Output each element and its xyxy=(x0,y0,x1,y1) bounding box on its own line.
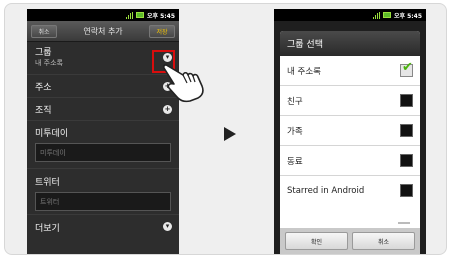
option-row[interactable]: 가족 xyxy=(280,116,420,146)
option-label: 친구 xyxy=(287,96,303,107)
more-row[interactable]: 더보기 ▾ xyxy=(27,215,179,241)
add-contact-screen: 오후 5:45 취소 연락처 추가 저장 그룹 내 주소록 ▾ 주소 + 조직 … xyxy=(27,9,179,254)
status-bar-right: 오후 5:45 xyxy=(274,9,426,21)
option-label: 가족 xyxy=(287,126,303,137)
group-label: 그룹 xyxy=(35,48,52,58)
page-title: 연락처 추가 xyxy=(83,26,123,36)
organization-label: 조직 xyxy=(35,106,52,116)
address-row[interactable]: 주소 + xyxy=(27,75,179,98)
group-select-dialog: 그룹 선택 내 주소록 ✔ 친구 가족 동료 Starred in Androi… xyxy=(280,31,420,254)
organization-add-icon[interactable]: + xyxy=(163,105,172,114)
birthday-section: 미투데이 미투데이 xyxy=(27,121,179,169)
birthday-field[interactable]: 미투데이 xyxy=(35,143,171,162)
dialog-title: 그룹 선택 xyxy=(280,31,420,56)
birthday-label: 미투데이 xyxy=(35,129,69,139)
cancel-button[interactable]: 취소 xyxy=(31,24,57,38)
status-bar: 오후 5:45 xyxy=(27,9,179,21)
option-label: 내 주소록 xyxy=(287,66,321,77)
status-time: 오후 5:45 xyxy=(146,12,175,20)
option-label: 동료 xyxy=(287,156,303,167)
signal-icon xyxy=(125,11,133,19)
save-button[interactable]: 저장 xyxy=(149,24,175,38)
cancel-button[interactable]: 취소 xyxy=(352,232,415,250)
more-label: 더보기 xyxy=(35,224,60,234)
dialog-button-bar: 확인 취소 xyxy=(280,228,420,254)
group-value: 내 주소록 xyxy=(35,59,63,67)
checkmark-icon: ✔ xyxy=(402,60,413,75)
ok-button[interactable]: 확인 xyxy=(285,232,348,250)
option-row[interactable]: Starred in Android xyxy=(280,176,420,206)
tap-hand-icon xyxy=(163,64,204,103)
option-label: Starred in Android xyxy=(287,186,365,196)
more-expand-icon[interactable]: ▾ xyxy=(163,222,172,231)
battery-icon xyxy=(382,12,391,18)
option-row[interactable]: 친구 xyxy=(280,86,420,116)
option-row[interactable]: 동료 xyxy=(280,146,420,176)
battery-icon xyxy=(135,12,144,18)
group-select-screen: 오후 5:45 그룹 선택 내 주소록 ✔ 친구 가족 동료 Starred i… xyxy=(274,9,426,254)
address-label: 주소 xyxy=(35,83,52,93)
twitter-label: 트위터 xyxy=(35,178,60,188)
toolbar: 취소 연락처 추가 저장 xyxy=(27,21,179,42)
organization-row[interactable]: 조직 + xyxy=(27,98,179,121)
twitter-field[interactable]: 트위터 xyxy=(35,192,171,211)
scroll-indicator xyxy=(398,222,410,224)
status-time: 오후 5:45 xyxy=(393,12,422,20)
checkbox[interactable]: ✔ xyxy=(400,60,413,77)
checkbox[interactable] xyxy=(400,184,413,197)
checkbox[interactable] xyxy=(400,154,413,167)
option-row[interactable]: 내 주소록 ✔ xyxy=(280,56,420,86)
signal-icon xyxy=(372,11,380,19)
checkbox[interactable] xyxy=(400,94,413,107)
checkbox[interactable] xyxy=(400,124,413,137)
twitter-section: 트위터 트위터 xyxy=(27,169,179,215)
arrow-icon xyxy=(224,127,236,141)
